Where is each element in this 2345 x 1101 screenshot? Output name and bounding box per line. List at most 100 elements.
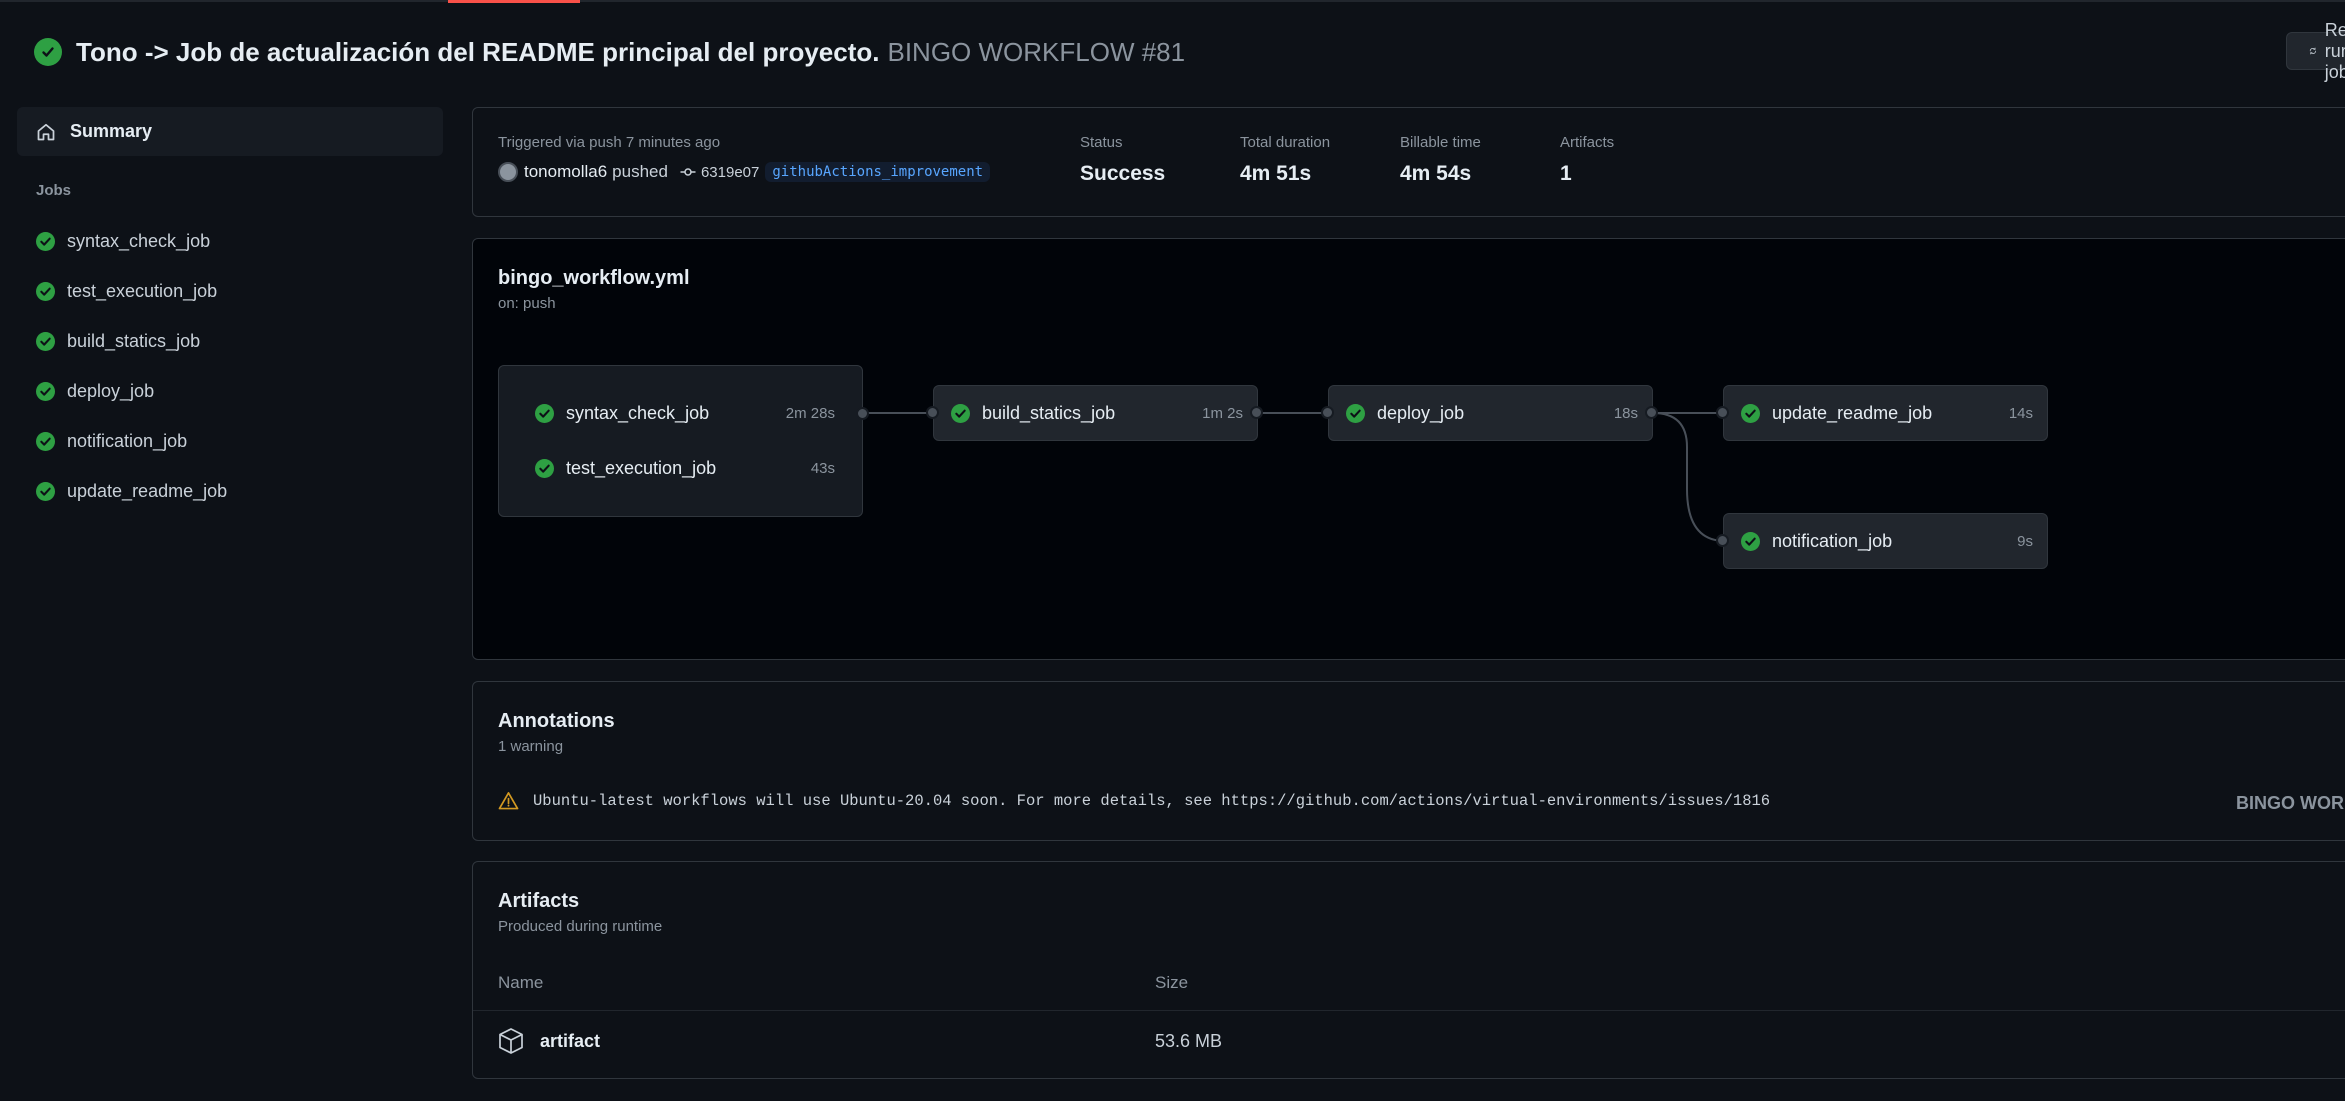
stat-label: Status [1080,134,1123,151]
graph-port [1250,406,1263,419]
sidebar: Summary Jobs syntax_check_job test_execu… [17,107,443,516]
job-name: syntax_check_job [566,402,710,423]
page-header: Tono -> Job de actualización del README … [34,36,1185,68]
graph-port [856,407,869,420]
branch-label[interactable]: githubActions_improvement [765,162,991,182]
stat-value[interactable]: 1 [1560,162,1614,186]
stat-value: Success [1080,162,1166,185]
stat-value: 4m 54s [1400,162,1472,185]
sidebar-item-label: notification_job [67,430,188,451]
top-border [0,0,2345,2]
rerun-label: Re-run all jobs [2324,19,2345,82]
stat-label: Artifacts [1560,134,1615,151]
avatar[interactable] [498,162,518,182]
job-name: notification_job [1772,530,1893,551]
page-title: Tono -> Job de actualización del README … [76,36,880,67]
job-list: syntax_check_job test_execution_job buil… [17,216,443,516]
column-header-name: Name [498,973,544,992]
graph-port [1716,406,1729,419]
sidebar-item-build-statics-job[interactable]: build_statics_job [17,316,443,366]
table-divider [473,1010,2345,1011]
job-name: build_statics_job [982,402,1116,423]
stat-value: 4m 51s [1240,162,1312,185]
check-circle-icon [951,403,970,423]
check-circle-icon [36,231,55,251]
action-text: pushed [612,162,668,181]
package-icon [499,1028,523,1054]
stat-billable-time: Billable time 4m 54s [1400,134,1481,186]
annotation-source-link[interactable]: BINGO WORKFLOW [2236,793,2345,814]
graph-port [926,406,939,419]
home-icon [37,123,55,140]
sidebar-item-deploy-job[interactable]: deploy_job [17,366,443,416]
job-group-syntax-test: syntax_check_job 2m 28s test_execution_j… [498,365,869,517]
graph-job-test-execution[interactable]: test_execution_job 43s [535,448,835,488]
check-circle-icon [36,481,55,501]
graph-job-build-statics[interactable]: build_statics_job 1m 2s [926,385,1263,441]
git-commit-icon [680,164,696,180]
graph-job-update-readme[interactable]: update_readme_job 14s [1716,385,2048,441]
graph-port [1645,406,1658,419]
job-duration: 1m 2s [1202,404,1243,422]
check-circle-icon [36,431,55,451]
sidebar-item-label: build_statics_job [67,330,201,351]
sidebar-item-label: deploy_job [67,380,155,401]
check-circle-icon [1741,403,1760,423]
job-duration: 2m 28s [785,404,835,422]
run-summary-panel: Triggered via push 7 minutes ago tonomol… [472,107,2345,217]
stat-label: Total duration [1240,134,1331,151]
sidebar-item-syntax-check-job[interactable]: syntax_check_job [17,216,443,266]
job-duration: 43s [810,459,835,477]
artifacts-subtitle: Produced during runtime [498,918,663,935]
artifact-download-link[interactable]: artifact [540,1031,600,1052]
graph-port [1716,534,1729,547]
rerun-all-jobs-button[interactable]: Re-run all jobs [2286,20,2345,82]
check-circle-icon [36,381,55,401]
stat-label: Billable time [1400,134,1481,151]
check-circle-icon [36,281,55,301]
check-circle-icon [535,458,554,478]
job-name: update_readme_job [1772,402,1933,423]
check-circle-icon [535,403,554,423]
commit-sha-link[interactable]: 6319e07 [701,164,759,181]
sidebar-item-test-execution-job[interactable]: test_execution_job [17,266,443,316]
annotations-count: 1 warning [498,738,564,755]
sidebar-item-update-readme-job[interactable]: update_readme_job [17,466,443,516]
run-name: BINGO WORKFLOW #81 [887,36,1186,67]
annotation-item[interactable]: Ubuntu-latest workflows will use Ubuntu-… [498,791,1770,810]
job-duration: 18s [1613,404,1638,422]
loading-progress-bar [448,0,580,3]
graph-port [1321,406,1334,419]
jobs-heading: Jobs [36,182,72,199]
graph-job-deploy[interactable]: deploy_job 18s [1321,385,1658,441]
sidebar-item-summary[interactable]: Summary [17,107,443,156]
table-row: artifact 53.6 MB [498,1022,2345,1060]
column-header-size: Size [1155,973,1189,992]
job-name: test_execution_job [566,457,717,478]
stat-artifacts: Artifacts 1 [1560,134,1614,186]
graph-job-notification[interactable]: notification_job 9s [1716,513,2048,569]
check-circle-icon [34,38,62,66]
actor-link[interactable]: tonomolla6 [524,162,607,182]
sidebar-item-label: update_readme_job [67,480,228,501]
stat-status: Status Success [1080,134,1165,186]
push-info: tonomolla6 pushed 6319e07 githubActions_… [498,162,991,182]
check-circle-icon [1741,531,1760,551]
job-duration: 14s [2008,404,2033,422]
trigger-text: Triggered via push 7 minutes ago [498,134,721,151]
alert-icon [498,792,519,810]
graph-job-syntax-check[interactable]: syntax_check_job 2m 28s [535,393,835,433]
job-name: deploy_job [1377,402,1465,423]
sidebar-item-label: syntax_check_job [67,230,211,251]
stat-total-duration: Total duration 4m 51s [1240,134,1330,186]
workflow-graph-panel: bingo_workflow.yml on: push syntax_check… [472,238,2345,660]
check-circle-icon [1346,403,1365,423]
artifacts-panel: Artifacts Produced during runtime Name S… [472,861,2345,1079]
sidebar-item-label: test_execution_job [67,280,218,301]
sidebar-item-label: Summary [70,121,153,141]
annotations-panel: Annotations 1 warning Ubuntu-latest work… [472,681,2345,841]
check-circle-icon [36,331,55,351]
artifacts-title: Artifacts [498,890,580,912]
annotation-message: Ubuntu-latest workflows will use Ubuntu-… [533,791,1771,810]
sidebar-item-notification-job[interactable]: notification_job [17,416,443,466]
